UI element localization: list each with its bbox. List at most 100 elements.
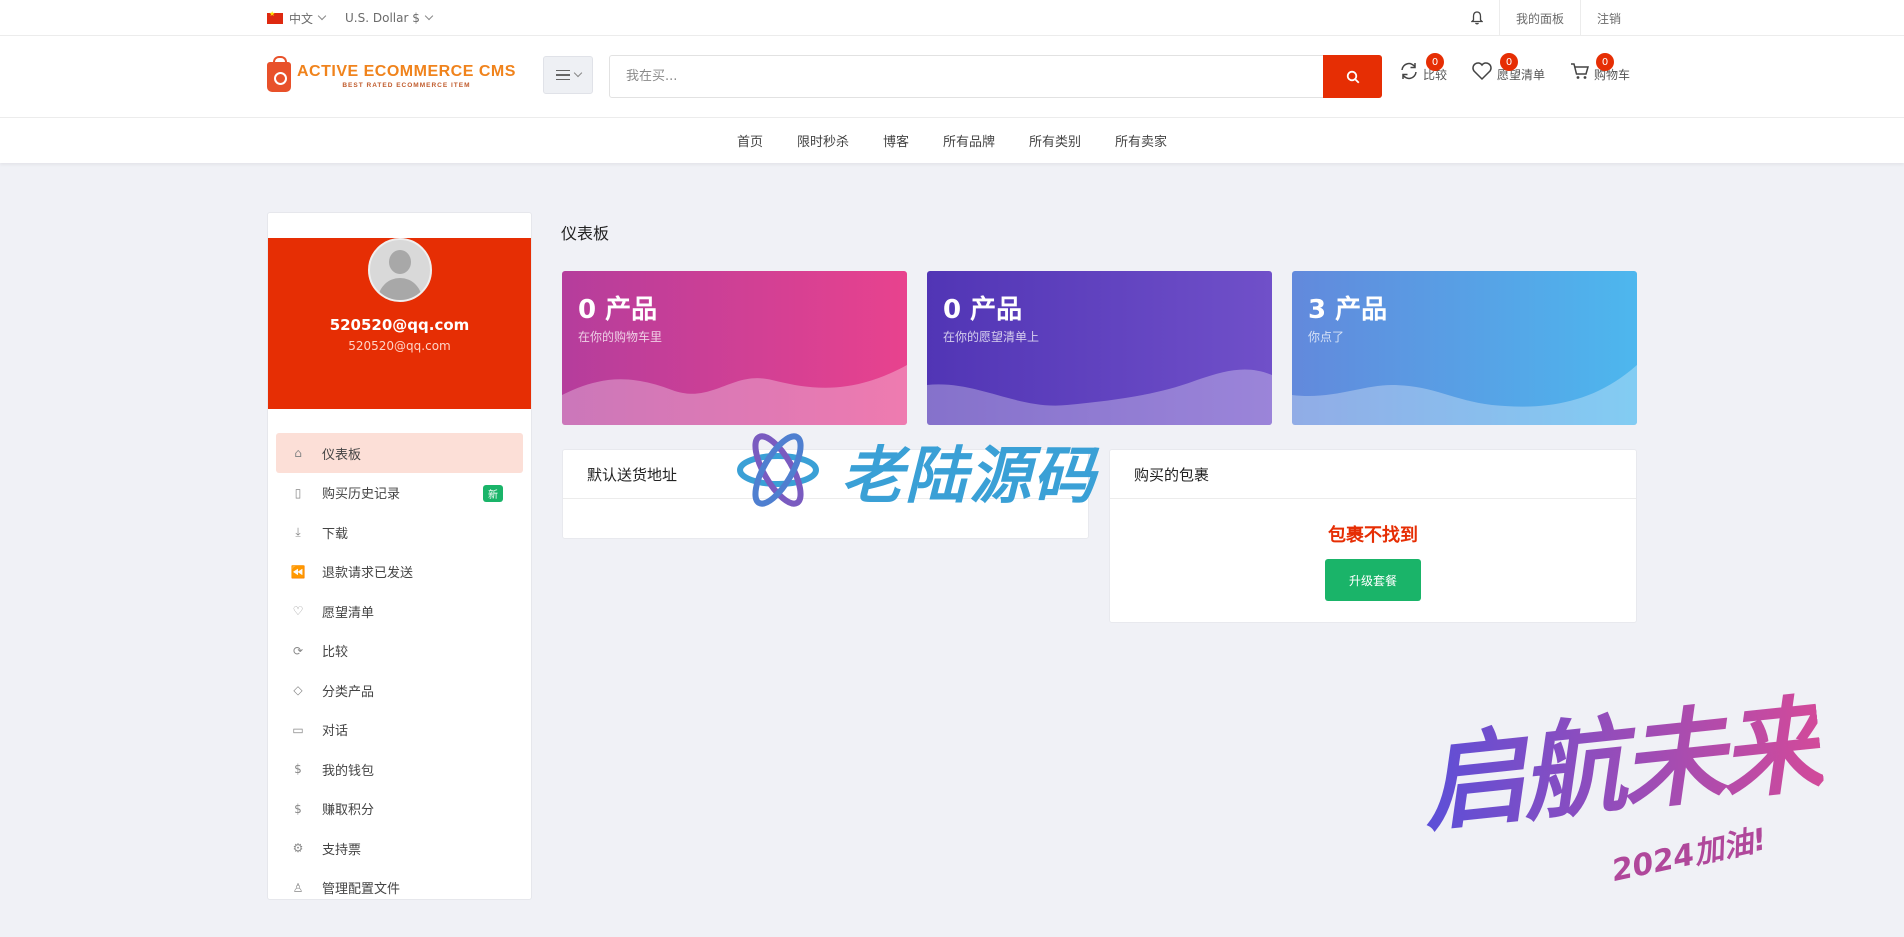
panel-title: 购买的包裹 [1110,450,1636,499]
wishlist-stat-card: 0 产品 在你的愿望清单上 [927,271,1272,425]
wishlist-count-badge: 0 [1500,53,1518,71]
profile-header: 520520@qq.com 520520@qq.com [268,238,531,409]
watermark-center: 老陆源码 [735,424,1097,516]
sidebar-item-purchase-history[interactable]: ▯ 购买历史记录 新 [276,473,523,513]
stat-value: 0 产品 [578,295,658,325]
cart-link[interactable]: 0 购物车 [1570,53,1630,83]
search-button[interactable] [1323,55,1382,98]
sidebar-item-label: 支持票 [322,842,362,858]
stat-value: 0 产品 [943,295,1023,325]
chat-icon: ▭ [292,722,304,737]
top-bar: 中文 U.S. Dollar $ 我的面板 注销 [0,0,1904,36]
sidebar-item-label: 对话 [322,724,349,739]
sidebar-item-conversations[interactable]: ▭ 对话 [276,710,523,750]
compare-count-badge: 0 [1426,53,1444,71]
wave-decoration [1292,365,1637,425]
sidebar-item-label: 赚取积分 [322,803,375,818]
heart-icon: ♡ [292,604,304,618]
home-icon: ⌂ [294,446,302,460]
nav-all-brands[interactable]: 所有品牌 [943,131,995,150]
currency-selector[interactable]: U.S. Dollar $ [345,11,420,25]
main-navigation: 首页 限时秒杀 博客 所有品牌 所有类别 所有卖家 [0,118,1904,163]
page-title: 仪表板 [561,224,610,243]
nav-all-sellers[interactable]: 所有卖家 [1115,131,1167,150]
watermark-slogan: 启航未来 [1413,660,1827,852]
sidebar-item-label: 仪表板 [322,447,362,463]
china-flag-icon [267,10,283,24]
shopping-bag-icon [267,56,291,92]
sidebar-item-downloads[interactable]: ⤓ 下载 [276,512,523,552]
compare-link[interactable]: 0 比较 [1399,53,1447,83]
wave-decoration [562,365,907,425]
sidebar-item-classified-products[interactable]: ◇ 分类产品 [276,670,523,710]
nav-home[interactable]: 首页 [737,131,763,150]
heart-icon [1472,61,1492,80]
nav-blog[interactable]: 博客 [883,131,909,150]
wishlist-link[interactable]: 0 愿望清单 [1471,53,1545,83]
logout-link[interactable]: 注销 [1579,0,1637,36]
stat-caption: 在你的愿望清单上 [943,330,1040,344]
refresh-icon [1401,62,1417,79]
refresh-icon: ⟳ [292,643,304,658]
user-name: 520520@qq.com [329,316,470,334]
sidebar-item-refund-requests[interactable]: ⏪ 退款请求已发送 [276,552,523,592]
dollar-icon: $ [294,801,302,816]
sidebar-item-dashboard[interactable]: ⌂ 仪表板 [276,433,523,473]
sidebar-item-label: 我的钱包 [322,763,375,779]
sidebar-item-label: 比较 [322,645,349,660]
sidebar-item-label: 管理配置文件 [322,882,401,897]
bell-icon [1470,11,1483,25]
hamburger-icon [555,70,570,80]
stat-value: 3 产品 [1308,295,1388,325]
atom-logo-icon [737,433,819,507]
sidebar-item-label: 分类产品 [322,684,375,700]
account-sidebar: 520520@qq.com 520520@qq.com ⌂ 仪表板 ▯ 购买历史… [267,212,532,900]
user-email: 520520@qq.com [348,339,451,353]
cart-icon [1571,62,1589,79]
search-icon [1346,70,1359,83]
purchased-package-panel: 购买的包裹 包裹不找到 升级套餐 [1109,449,1637,623]
sidebar-item-wallet[interactable]: $ 我的钱包 [276,749,523,789]
dollar-icon: $ [294,762,302,776]
file-icon: ▯ [294,485,302,500]
my-panel-link[interactable]: 我的面板 [1498,0,1580,36]
logo[interactable]: ACTIVE ECOMMERCE CMS BEST RATED ECOMMERC… [267,56,516,92]
notification-bell[interactable] [1455,0,1499,36]
header: ACTIVE ECOMMERCE CMS BEST RATED ECOMMERC… [0,36,1904,118]
chevron-down-icon [424,11,434,21]
chevron-down-icon [317,11,327,21]
nav-all-categories[interactable]: 所有类别 [1029,131,1081,150]
package-not-found: 包裹不找到 [1328,525,1418,546]
sidebar-item-earning-points[interactable]: $ 赚取积分 [276,789,523,829]
sidebar-item-wishlist[interactable]: ♡ 愿望清单 [276,591,523,631]
download-icon: ⤓ [295,524,301,539]
watermark-text: 老陆源码 [841,439,1098,512]
orders-stat-card: 3 产品 你点了 [1292,271,1637,425]
language-selector[interactable]: 中文 [289,10,313,27]
sidebar-item-label: 愿望清单 [322,605,375,621]
sidebar-item-compare[interactable]: ⟳ 比较 [276,631,523,671]
cart-count-badge: 0 [1596,53,1614,71]
chevron-down-icon [573,68,582,78]
category-menu-button[interactable] [543,56,593,94]
watermark-corner: 启航未来 2024加油! [1416,680,1827,889]
diamond-icon: ◇ [293,683,303,697]
wave-decoration [927,369,1272,425]
cart-stat-card: 0 产品 在你的购物车里 [562,271,907,425]
sidebar-item-manage-profile[interactable]: ♙ 管理配置文件 [276,868,523,900]
support-icon: ⚙ [292,841,304,855]
nav-flash-deals[interactable]: 限时秒杀 [797,131,849,150]
search-bar [609,55,1382,98]
upgrade-package-button[interactable]: 升级套餐 [1325,559,1421,601]
user-icon: ♙ [292,880,304,895]
sidebar-item-label: 购买历史记录 [322,487,401,502]
sidebar-item-support-ticket[interactable]: ⚙ 支持票 [276,828,523,868]
avatar [367,238,432,302]
stat-caption: 你点了 [1308,330,1345,344]
logo-subtitle: BEST RATED ECOMMERCE ITEM [342,82,471,90]
search-input[interactable] [610,56,1310,97]
sidebar-item-label: 下载 [322,526,349,542]
new-badge: 新 [483,484,503,502]
logo-title: ACTIVE ECOMMERCE CMS [297,63,516,81]
backward-icon: ⏪ [290,564,306,579]
